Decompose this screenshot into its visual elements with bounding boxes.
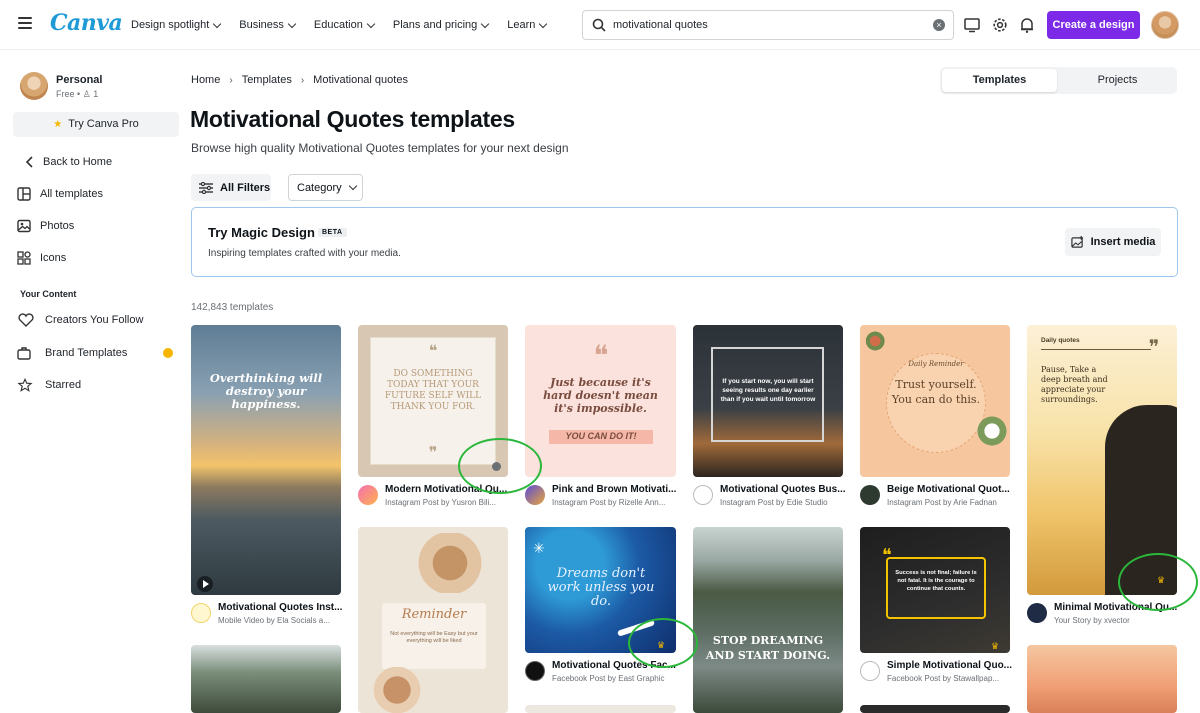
category-dropdown[interactable]: Category bbox=[288, 174, 363, 201]
chevron-left-icon bbox=[25, 156, 33, 168]
shapes-icon bbox=[17, 251, 31, 265]
template-thumbnail[interactable]: Reminder Not everything will be Easy but… bbox=[358, 527, 508, 713]
breadcrumb: Home › Templates › Motivational quotes bbox=[191, 74, 408, 86]
tab-templates[interactable]: Templates bbox=[942, 69, 1057, 92]
template-thumbnail[interactable]: Daily Reminder Trust yourself. You can d… bbox=[860, 325, 1010, 477]
heart-icon bbox=[18, 313, 34, 327]
search-box: × bbox=[582, 10, 954, 40]
chevron-down-icon bbox=[481, 19, 490, 28]
crown-badge-icon bbox=[163, 348, 173, 358]
page-subtitle: Browse high quality Motivational Quotes … bbox=[191, 141, 569, 155]
magic-design-subtitle: Inspiring templates crafted with your me… bbox=[208, 248, 401, 259]
template-meta: Pink and Brown Motivati... Instagram Post… bbox=[525, 484, 680, 507]
template-thumbnail[interactable]: ❝ Just because it's hard doesn't mean it… bbox=[525, 325, 676, 477]
desktop-icon[interactable] bbox=[963, 16, 981, 34]
creator-avatar bbox=[860, 661, 880, 681]
try-canva-pro-button[interactable]: ★ Try Canva Pro bbox=[13, 112, 179, 137]
photo-icon bbox=[17, 219, 31, 233]
back-to-home-link[interactable]: Back to Home bbox=[24, 155, 112, 169]
chevron-right-icon: › bbox=[300, 74, 305, 86]
creator-avatar bbox=[525, 661, 545, 681]
star-icon: ★ bbox=[53, 119, 63, 130]
create-design-button[interactable]: Create a design bbox=[1047, 11, 1140, 39]
nav-design-spotlight[interactable]: Design spotlight bbox=[131, 19, 222, 31]
avatar bbox=[20, 72, 48, 100]
profile-name: Personal bbox=[56, 74, 103, 86]
highlight-annotation bbox=[1118, 553, 1198, 611]
briefcase-icon bbox=[17, 347, 31, 360]
magic-design-panel: Try Magic Design BETA Inspiring template… bbox=[191, 207, 1178, 277]
sidebar-item-icons[interactable]: Icons bbox=[17, 251, 66, 265]
template-thumbnail[interactable] bbox=[1027, 645, 1177, 713]
breadcrumb-current: Motivational quotes bbox=[313, 74, 408, 86]
nav-education[interactable]: Education bbox=[314, 19, 376, 31]
sidebar-item-creators-you-follow[interactable]: Creators You Follow bbox=[17, 313, 143, 327]
templates-projects-toggle: Templates Projects bbox=[940, 67, 1177, 94]
sidebar-item-starred[interactable]: Starred bbox=[17, 378, 81, 392]
template-meta: Motivational Quotes Bus... Instagram Post… bbox=[693, 484, 848, 507]
template-thumbnail[interactable] bbox=[525, 705, 676, 713]
user-avatar[interactable] bbox=[1151, 11, 1179, 39]
premium-crown-icon: ♛ bbox=[991, 641, 1000, 651]
highlight-annotation bbox=[628, 618, 698, 668]
nav-plans-pricing[interactable]: Plans and pricing bbox=[393, 19, 490, 31]
profile-plan: Free • ♙ 1 bbox=[56, 89, 99, 99]
breadcrumb-home[interactable]: Home bbox=[191, 74, 220, 86]
page-title: Motivational Quotes templates bbox=[190, 106, 515, 132]
image-add-icon bbox=[1070, 235, 1083, 248]
your-content-heading: Your Content bbox=[20, 289, 77, 299]
play-icon[interactable] bbox=[197, 576, 213, 592]
template-meta: Beige Motivational Quot... Instagram Post… bbox=[860, 484, 1015, 507]
creator-avatar bbox=[191, 603, 211, 623]
sidebar-item-photos[interactable]: Photos bbox=[17, 219, 74, 233]
menu-icon[interactable] bbox=[18, 17, 32, 31]
creator-avatar bbox=[860, 485, 880, 505]
creator-avatar bbox=[693, 485, 713, 505]
chevron-down-icon bbox=[366, 19, 376, 28]
sidebar: Personal Free • ♙ 1 ★ Try Canva Pro Back … bbox=[0, 50, 190, 713]
template-count: 142,843 templates bbox=[191, 302, 274, 313]
chevron-down-icon bbox=[348, 181, 357, 191]
chevron-down-icon bbox=[287, 19, 297, 28]
template-thumbnail[interactable]: ❝ Success is not final; failure is not f… bbox=[860, 527, 1010, 653]
star-outline-icon bbox=[17, 378, 33, 392]
settings-gear-icon[interactable] bbox=[991, 16, 1009, 34]
magic-design-title: Try Magic Design bbox=[208, 225, 315, 240]
template-thumbnail[interactable]: Overthinking will destroy your happiness… bbox=[191, 325, 341, 595]
chevron-down-icon bbox=[539, 19, 548, 28]
chevron-down-icon bbox=[213, 19, 222, 28]
nav-learn[interactable]: Learn bbox=[507, 19, 548, 31]
template-meta: Simple Motivational Quo... Facebook Post … bbox=[860, 660, 1015, 683]
creator-avatar bbox=[1027, 603, 1047, 623]
search-icon bbox=[592, 18, 606, 32]
canva-logo[interactable]: Canva bbox=[50, 10, 123, 36]
all-filters-button[interactable]: All Filters bbox=[191, 174, 271, 201]
sidebar-item-all-templates[interactable]: All templates bbox=[17, 187, 103, 201]
main-nav: Design spotlight Business Education Plan… bbox=[131, 0, 565, 50]
notifications-bell-icon[interactable] bbox=[1018, 16, 1036, 34]
templates-icon bbox=[17, 187, 31, 201]
template-thumbnail[interactable] bbox=[191, 645, 341, 713]
top-bar: Canva Design spotlight Business Educatio… bbox=[0, 0, 1200, 50]
insert-media-button[interactable]: Insert media bbox=[1065, 228, 1161, 256]
clear-search-icon[interactable]: × bbox=[933, 19, 945, 31]
chevron-right-icon: › bbox=[229, 74, 233, 86]
sidebar-item-brand-templates[interactable]: Brand Templates bbox=[17, 346, 127, 360]
highlight-annotation bbox=[458, 438, 542, 494]
creator-avatar bbox=[358, 485, 378, 505]
template-thumbnail[interactable] bbox=[860, 705, 1010, 713]
search-input[interactable] bbox=[613, 19, 923, 31]
nav-business[interactable]: Business bbox=[239, 19, 297, 31]
template-thumbnail[interactable]: If you start now, you will start seeing … bbox=[693, 325, 843, 477]
creator-avatar bbox=[525, 485, 545, 505]
tab-projects[interactable]: Projects bbox=[1060, 69, 1175, 92]
profile-switcher[interactable]: Personal Free • ♙ 1 bbox=[20, 72, 102, 100]
template-meta: Motivational Quotes Inst... Mobile Video … bbox=[191, 602, 346, 625]
beta-badge: BETA bbox=[318, 228, 347, 237]
breadcrumb-templates[interactable]: Templates bbox=[242, 74, 292, 86]
filter-sliders-icon bbox=[199, 181, 213, 194]
template-thumbnail[interactable]: STOP DREAMING AND START DOING. bbox=[693, 527, 843, 713]
